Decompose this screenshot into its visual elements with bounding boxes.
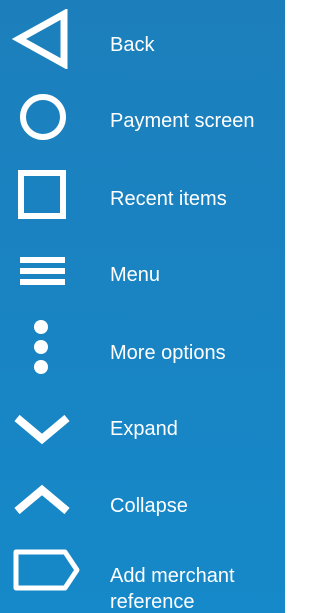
legend-label-add-merchant-reference: Add merchant reference [110, 565, 235, 613]
recent-items-square-icon [18, 170, 66, 219]
legend-label-menu: Menu [110, 264, 161, 286]
back-triangle-icon [12, 9, 68, 69]
legend-label-more-options: More options [110, 342, 226, 364]
menu-icon [20, 257, 65, 285]
expand-chevron-down-icon [14, 414, 70, 445]
more-options-icon [34, 320, 48, 374]
legend-label-expand: Expand [110, 418, 178, 440]
legend-label-collapse: Collapse [110, 495, 188, 517]
collapse-chevron-up-icon [14, 484, 70, 515]
add-merchant-reference-tag-icon [13, 549, 80, 591]
icon-legend-panel: Back Payment screen Recent items Menu Mo… [0, 0, 285, 613]
legend-label-recent-items: Recent items [110, 188, 227, 210]
legend-label-back: Back [110, 34, 155, 56]
legend-label-payment-screen: Payment screen [110, 110, 255, 132]
payment-screen-circle-icon [20, 94, 66, 140]
